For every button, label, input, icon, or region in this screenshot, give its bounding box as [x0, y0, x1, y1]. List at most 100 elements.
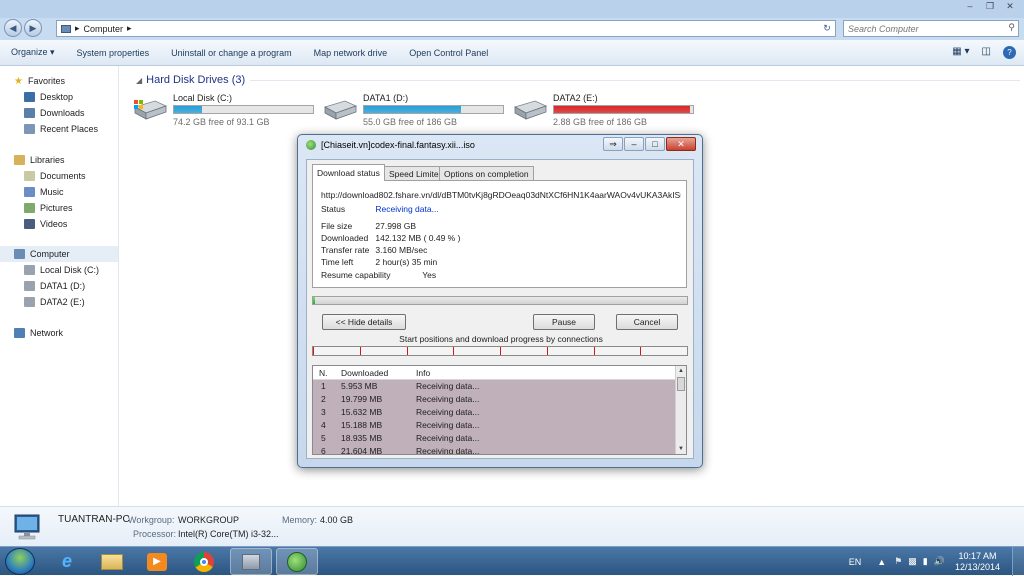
search-input[interactable] [843, 20, 1019, 37]
close-button[interactable]: ✕ [1002, 0, 1018, 12]
videos-icon [24, 219, 35, 229]
start-button[interactable] [5, 548, 35, 575]
downloaded-label: Downloaded [321, 233, 369, 243]
section-header[interactable]: ◢ Hard Disk Drives (3) [136, 74, 245, 86]
scroll-up-arrow-icon[interactable]: ▲ [676, 366, 686, 376]
column-header-info[interactable]: Info [416, 368, 430, 378]
nav-network[interactable]: Network [14, 325, 63, 341]
nav-item-pictures[interactable]: Pictures [24, 200, 73, 216]
dialog-maximize-button[interactable]: □ [645, 137, 665, 151]
nav-item-data1-d[interactable]: DATA1 (D:) [24, 278, 85, 294]
list-item[interactable]: 1 5.953 MB Receiving data... [313, 380, 677, 393]
breadcrumb-separator-icon: ▸ [127, 23, 132, 33]
drive-icon [24, 281, 35, 291]
column-header-downloaded[interactable]: Downloaded [341, 368, 388, 378]
show-hidden-icons-icon[interactable]: ▲ [877, 557, 886, 567]
status-value: Receiving data... [375, 204, 439, 214]
help-icon[interactable]: ? [1003, 46, 1016, 59]
row-number: 4 [321, 420, 326, 430]
desktop-icon [24, 92, 35, 102]
taskbar-ie[interactable]: e [46, 548, 88, 575]
nav-item-downloads[interactable]: Downloads [24, 105, 85, 121]
signal-icon[interactable]: ▮ [923, 556, 928, 567]
change-view-icon[interactable]: ▦ ▾ [952, 46, 969, 59]
media-player-icon: ▶ [147, 552, 167, 571]
scroll-down-arrow-icon[interactable]: ▼ [676, 444, 686, 454]
computer-icon [14, 249, 25, 259]
minimize-button[interactable]: – [962, 0, 978, 12]
breadcrumb-computer[interactable]: Computer [84, 24, 124, 34]
dialog-minimize-button[interactable]: – [624, 137, 644, 151]
taskbar-computer[interactable] [230, 548, 272, 575]
list-scrollbar[interactable]: ▲ ▼ [675, 366, 686, 454]
hide-details-button[interactable]: << Hide details [322, 314, 406, 330]
list-item[interactable]: 2 19.799 MB Receiving data... [313, 393, 677, 406]
memory-value: 4.00 GB [320, 515, 354, 525]
tab-options-on-completion[interactable]: Options on completion [439, 166, 534, 180]
search-icon[interactable]: ⚲ [1008, 22, 1015, 33]
pause-button[interactable]: Pause [533, 314, 595, 330]
pictures-icon [24, 203, 35, 213]
open-control-panel-button[interactable]: Open Control Panel [398, 48, 499, 58]
uninstall-program-button[interactable]: Uninstall or change a program [160, 48, 303, 58]
drive-local-disk-c[interactable]: Local Disk (C:) 74.2 GB free of 93.1 GB [133, 93, 323, 127]
tab-download-status[interactable]: Download status [312, 164, 385, 181]
tab-speed-limiter[interactable]: Speed Limiter [384, 166, 447, 180]
nav-libraries[interactable]: Libraries [14, 152, 65, 168]
scrollbar-thumb[interactable] [677, 377, 685, 391]
drive-data1-d[interactable]: DATA1 (D:) 55.0 GB free of 186 GB [323, 93, 513, 127]
nav-item-desktop[interactable]: Desktop [24, 89, 73, 105]
column-header-number[interactable]: N. [319, 368, 328, 378]
language-indicator[interactable]: EN [849, 557, 862, 567]
file-size-value: 27.998 GB [375, 221, 417, 231]
address-bar[interactable]: ▸ Computer ▸ [56, 20, 836, 37]
idm-icon [306, 140, 316, 150]
system-properties-button[interactable]: System properties [66, 48, 161, 58]
nav-item-data2-e[interactable]: DATA2 (E:) [24, 294, 85, 310]
nav-favorites[interactable]: ★ Favorites [14, 73, 65, 89]
taskbar-explorer[interactable] [91, 548, 133, 575]
row-info: Receiving data... [416, 420, 480, 430]
drive-free-space: 55.0 GB free of 186 GB [363, 117, 458, 127]
nav-computer[interactable]: Computer [0, 246, 118, 262]
row-info: Receiving data... [416, 394, 480, 404]
taskbar-idm[interactable] [276, 548, 318, 575]
connections-list[interactable]: N. Downloaded Info 1 5.953 MB Receiving … [312, 365, 687, 455]
cancel-button[interactable]: Cancel [616, 314, 678, 330]
action-center-flag-icon[interactable]: ⚑ [894, 556, 902, 567]
nav-item-documents[interactable]: Documents [24, 168, 86, 184]
row-downloaded: 18.935 MB [341, 433, 383, 443]
resume-label: Resume capability [321, 270, 391, 280]
nav-item-videos[interactable]: Videos [24, 216, 67, 232]
list-item[interactable]: 3 15.632 MB Receiving data... [313, 406, 677, 419]
downloads-icon [24, 108, 35, 118]
send-to-tray-button[interactable]: ⇒ [603, 137, 623, 151]
nav-item-local-disk-c[interactable]: Local Disk (C:) [24, 262, 99, 278]
map-network-drive-button[interactable]: Map network drive [303, 48, 399, 58]
resume-value: Yes [422, 270, 437, 280]
organize-button[interactable]: Organize ▾ [0, 47, 66, 58]
maximize-button[interactable]: ❐ [982, 0, 998, 12]
list-item[interactable]: 5 18.935 MB Receiving data... [313, 432, 677, 445]
drive-data2-e[interactable]: DATA2 (E:) 2.88 GB free of 186 GB [513, 93, 703, 127]
volume-icon[interactable]: 🔊 [934, 556, 945, 567]
recent-places-icon [24, 124, 35, 134]
list-item[interactable]: 6 21.604 MB Receiving data... [313, 445, 677, 454]
preview-pane-icon[interactable]: ◫ [982, 46, 991, 59]
dialog-close-button[interactable]: ✕ [666, 137, 696, 151]
list-item[interactable]: 4 15.188 MB Receiving data... [313, 419, 677, 432]
taskbar-media-player[interactable]: ▶ [136, 548, 178, 575]
computer-window-icon [242, 553, 260, 570]
forward-button[interactable]: ▶ [24, 19, 42, 37]
drive-free-space: 2.88 GB free of 186 GB [553, 117, 648, 127]
nav-item-recent-places[interactable]: Recent Places [24, 121, 98, 137]
taskbar-chrome[interactable] [183, 548, 225, 575]
back-button[interactable]: ◀ [4, 19, 22, 37]
status-label: Status [321, 204, 346, 214]
processor-value: Intel(R) Core(TM) i3-32... [178, 529, 279, 539]
network-status-icon[interactable]: ▩ [908, 556, 917, 567]
refresh-button[interactable]: ↻ [818, 20, 836, 37]
show-desktop-button[interactable] [1012, 547, 1024, 576]
nav-item-music[interactable]: Music [24, 184, 64, 200]
clock[interactable]: 10:17 AM 12/13/2014 [955, 551, 1000, 573]
